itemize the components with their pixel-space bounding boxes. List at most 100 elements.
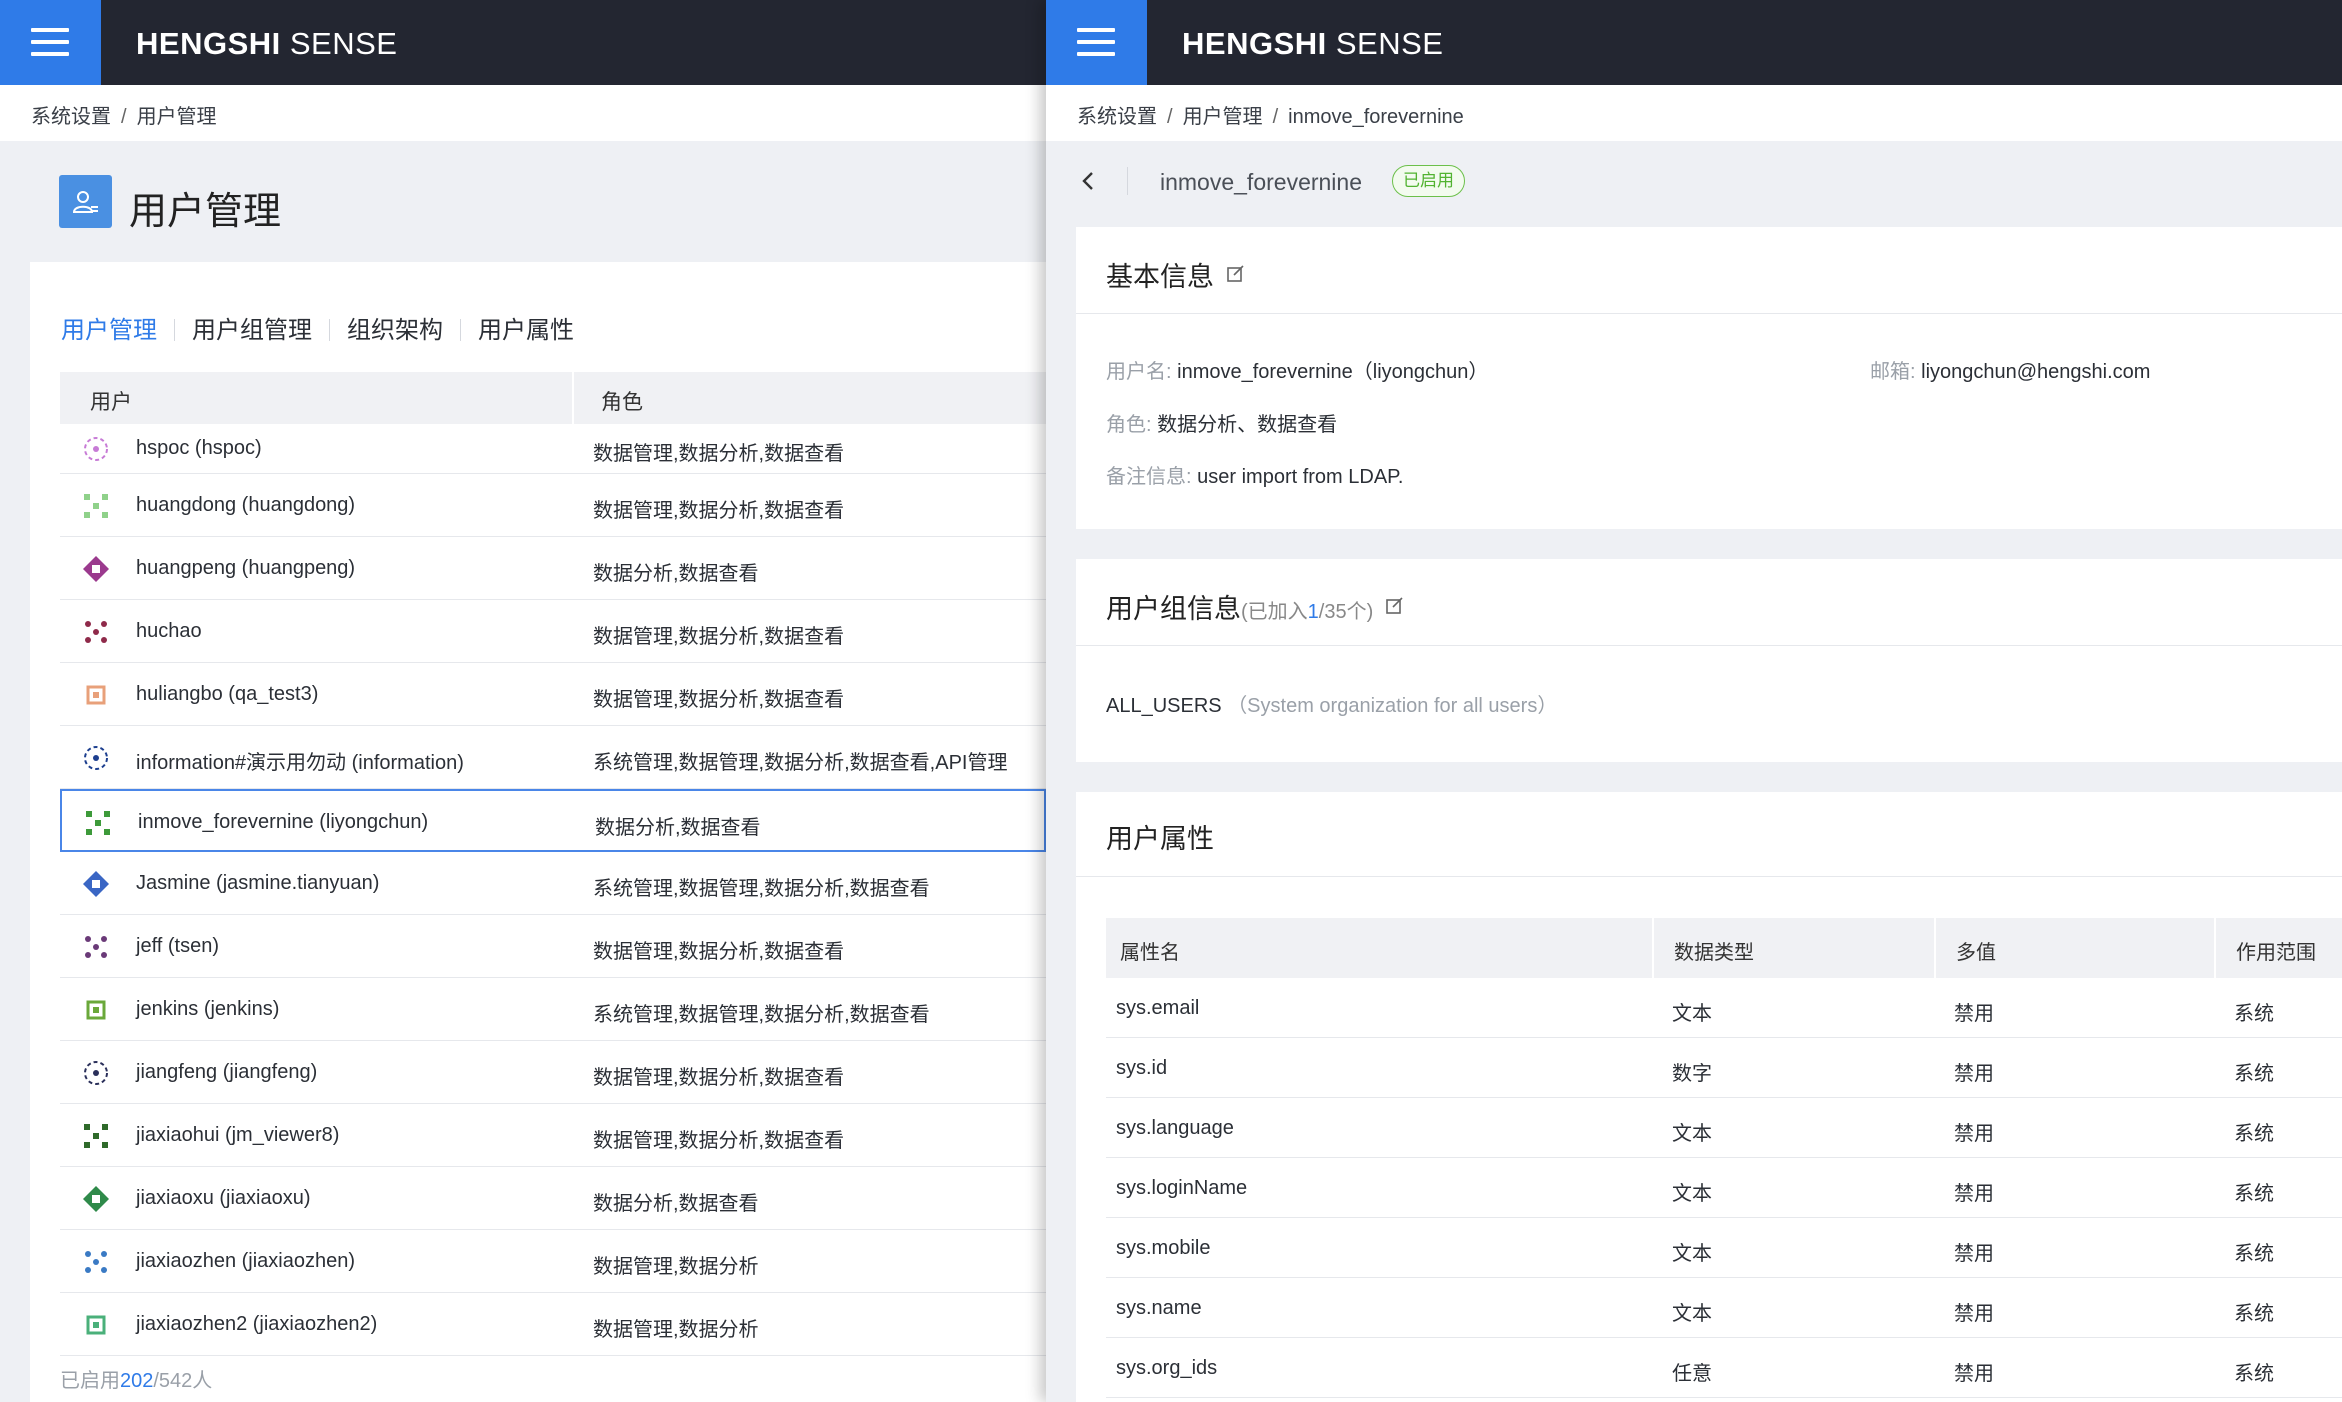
user-name: jiaxiaohui (jm_viewer8) (136, 1124, 340, 1146)
avatar-icon (82, 807, 114, 839)
table-row[interactable]: jenkins (jenkins) 系统管理,数据管理,数据分析,数据查看 (60, 978, 1046, 1041)
avatar-icon (80, 1057, 112, 1089)
role-label: 角色: (1106, 414, 1152, 436)
brand-logo[interactable]: HENGSHI SENSE (1182, 26, 1443, 62)
breadcrumb: 系统设置 / 用户管理 (0, 85, 1046, 141)
enabled-user-count: 已启用202/542人 (60, 1364, 212, 1393)
attr-name: sys.email (1116, 997, 1200, 1019)
column-divider[interactable] (2214, 918, 2216, 978)
hamburger-menu-icon[interactable] (1046, 0, 1147, 85)
note-info: 备注信息: user import from LDAP. (1106, 460, 1404, 489)
attr-multi-value: 禁用 (1954, 1363, 1994, 1385)
table-row[interactable]: jiaxiaohui (jm_viewer8) 数据管理,数据分析,数据查看 (60, 1104, 1046, 1167)
email-value: liyongchun@hengshi.com (1921, 361, 2151, 383)
edit-icon[interactable] (1226, 260, 1246, 282)
group-count-prefix: (已加入 (1241, 601, 1308, 623)
table-row[interactable]: sys.id 数字 禁用 系统 (1106, 1038, 2342, 1098)
table-header: 用户 角色 (60, 372, 1046, 424)
column-divider[interactable] (1652, 918, 1654, 978)
user-name: jeff (tsen) (136, 935, 219, 957)
breadcrumb-separator: / (1272, 106, 1279, 128)
table-row[interactable]: jiaxiaozhen2 (jiaxiaozhen2) 数据管理,数据分析 (60, 1293, 1046, 1356)
breadcrumb-separator: / (1167, 106, 1173, 128)
section-divider (1076, 876, 2342, 877)
table-row[interactable]: Jasmine (jasmine.tianyuan) 系统管理,数据管理,数据分析… (60, 852, 1046, 915)
breadcrumb-item[interactable]: 系统设置 (31, 106, 111, 128)
attr-data-type: 文本 (1672, 1183, 1712, 1205)
attr-multi-value: 禁用 (1954, 1183, 1994, 1205)
group-count-suffix: /35个) (1318, 601, 1374, 623)
column-divider[interactable] (572, 372, 574, 424)
column-divider[interactable] (1934, 918, 1936, 978)
table-row[interactable]: huchao 数据管理,数据分析,数据查看 (60, 600, 1046, 663)
email-info: 邮箱: liyongchun@hengshi.com (1870, 355, 2150, 384)
note-value: user import from LDAP. (1197, 466, 1404, 488)
table-row[interactable]: sys.language 文本 禁用 系统 (1106, 1098, 2342, 1158)
role-info: 角色: 数据分析、数据查看 (1106, 408, 1337, 437)
avatar-icon (80, 679, 112, 711)
column-header-data-type[interactable]: 数据类型 (1674, 936, 1754, 965)
table-row[interactable]: hspoc (hspoc) 数据管理,数据分析,数据查看 (60, 424, 1046, 474)
table-row[interactable]: jiaxiaoxu (jiaxiaoxu) 数据分析,数据查看 (60, 1167, 1046, 1230)
username-info: 用户名: inmove_forevernine（liyongchun） (1106, 355, 1488, 384)
table-row[interactable]: sys.org_ids 任意 禁用 系统 (1106, 1338, 2342, 1398)
attr-scope: 系统 (2234, 1243, 2274, 1265)
tab-user-attributes[interactable]: 用户属性 (478, 310, 574, 345)
top-bar: HENGSHI SENSE (0, 0, 1046, 85)
brand-logo[interactable]: HENGSHI SENSE (136, 26, 397, 62)
avatar-icon (80, 931, 112, 963)
attr-name: sys.language (1116, 1117, 1234, 1139)
tab-divider (174, 319, 175, 341)
user-attributes-section: 用户属性 属性名 数据类型 多值 作用范围 sys.email 文本 禁用 系统 sys… (1076, 792, 2342, 1402)
table-row[interactable]: jiangfeng (jiangfeng) 数据管理,数据分析,数据查看 (60, 1041, 1046, 1104)
attr-scope: 系统 (2234, 1123, 2274, 1145)
breadcrumb-item[interactable]: 系统设置 (1077, 106, 1157, 128)
top-bar: HENGSHI SENSE (1046, 0, 2342, 85)
email-label: 邮箱: (1870, 361, 1916, 383)
column-header-multi-value[interactable]: 多值 (1956, 936, 1996, 965)
table-row[interactable]: information#演示用勿动 (information) 系统管理,数据管理… (60, 726, 1046, 789)
tab-org-structure[interactable]: 组织架构 (347, 310, 443, 345)
table-row[interactable]: sys.email 文本 禁用 系统 (1106, 978, 2342, 1038)
user-name: huangdong (huangdong) (136, 494, 356, 516)
detail-username: inmove_forevernine (1160, 169, 1363, 195)
user-name: jenkins (jenkins) (136, 998, 280, 1020)
attr-scope: 系统 (2234, 1183, 2274, 1205)
avatar-icon (80, 1246, 112, 1278)
user-name: huangpeng (huangpeng) (136, 557, 356, 579)
tab-user-management[interactable]: 用户管理 (61, 310, 157, 345)
attributes-table: 属性名 数据类型 多值 作用范围 sys.email 文本 禁用 系统 sys.id 数字… (1106, 918, 2342, 1398)
attr-multi-value: 禁用 (1954, 1003, 1994, 1025)
user-name: Jasmine (jasmine.tianyuan) (136, 872, 380, 894)
tab-divider (460, 319, 461, 341)
attr-data-type: 文本 (1672, 1303, 1712, 1325)
user-name: jiaxiaozhen2 (jiaxiaozhen2) (136, 1313, 378, 1335)
attr-data-type: 任意 (1672, 1363, 1712, 1385)
table-row[interactable]: huangpeng (huangpeng) 数据分析,数据查看 (60, 537, 1046, 600)
column-header-user[interactable]: 用户 (90, 386, 132, 416)
attr-multi-value: 禁用 (1954, 1243, 1994, 1265)
edit-icon[interactable] (1385, 592, 1405, 614)
table-row[interactable]: sys.mobile 文本 禁用 系统 (1106, 1218, 2342, 1278)
table-row[interactable]: jeff (tsen) 数据管理,数据分析,数据查看 (60, 915, 1046, 978)
hamburger-menu-icon[interactable] (0, 0, 101, 85)
column-header-attr-name[interactable]: 属性名 (1120, 936, 1180, 965)
table-row[interactable]: huangdong (huangdong) 数据管理,数据分析,数据查看 (60, 474, 1046, 537)
user-name: jiangfeng (jiangfeng) (136, 1061, 318, 1083)
table-row[interactable]: sys.loginName 文本 禁用 系统 (1106, 1158, 2342, 1218)
user-roles: 系统管理,数据管理,数据分析,数据查看 (593, 1004, 930, 1026)
breadcrumb-item[interactable]: 用户管理 (1183, 106, 1263, 128)
group-count-joined: 1 (1307, 601, 1319, 623)
tab-user-group-management[interactable]: 用户组管理 (192, 310, 312, 345)
table-row[interactable]: huliangbo (qa_test3) 数据管理,数据分析,数据查看 (60, 663, 1046, 726)
table-row[interactable]: jiaxiaozhen (jiaxiaozhen) 数据管理,数据分析 (60, 1230, 1046, 1293)
table-row[interactable]: sys.name 文本 禁用 系统 (1106, 1278, 2342, 1338)
attr-multi-value: 禁用 (1954, 1123, 1994, 1145)
user-list-card: 用户管理 用户组管理 组织架构 用户属性 用户 角色 hspoc (hspoc) 数据管… (30, 262, 1046, 1402)
back-arrow-icon[interactable] (1074, 163, 1104, 199)
attr-name: sys.id (1116, 1057, 1168, 1079)
column-header-role[interactable]: 角色 (601, 386, 643, 416)
group-name: ALL_USERS (1106, 695, 1222, 717)
table-row[interactable]: inmove_forevernine (liyongchun) 数据分析,数据查看 (60, 789, 1046, 852)
column-header-scope[interactable]: 作用范围 (2236, 936, 2316, 965)
